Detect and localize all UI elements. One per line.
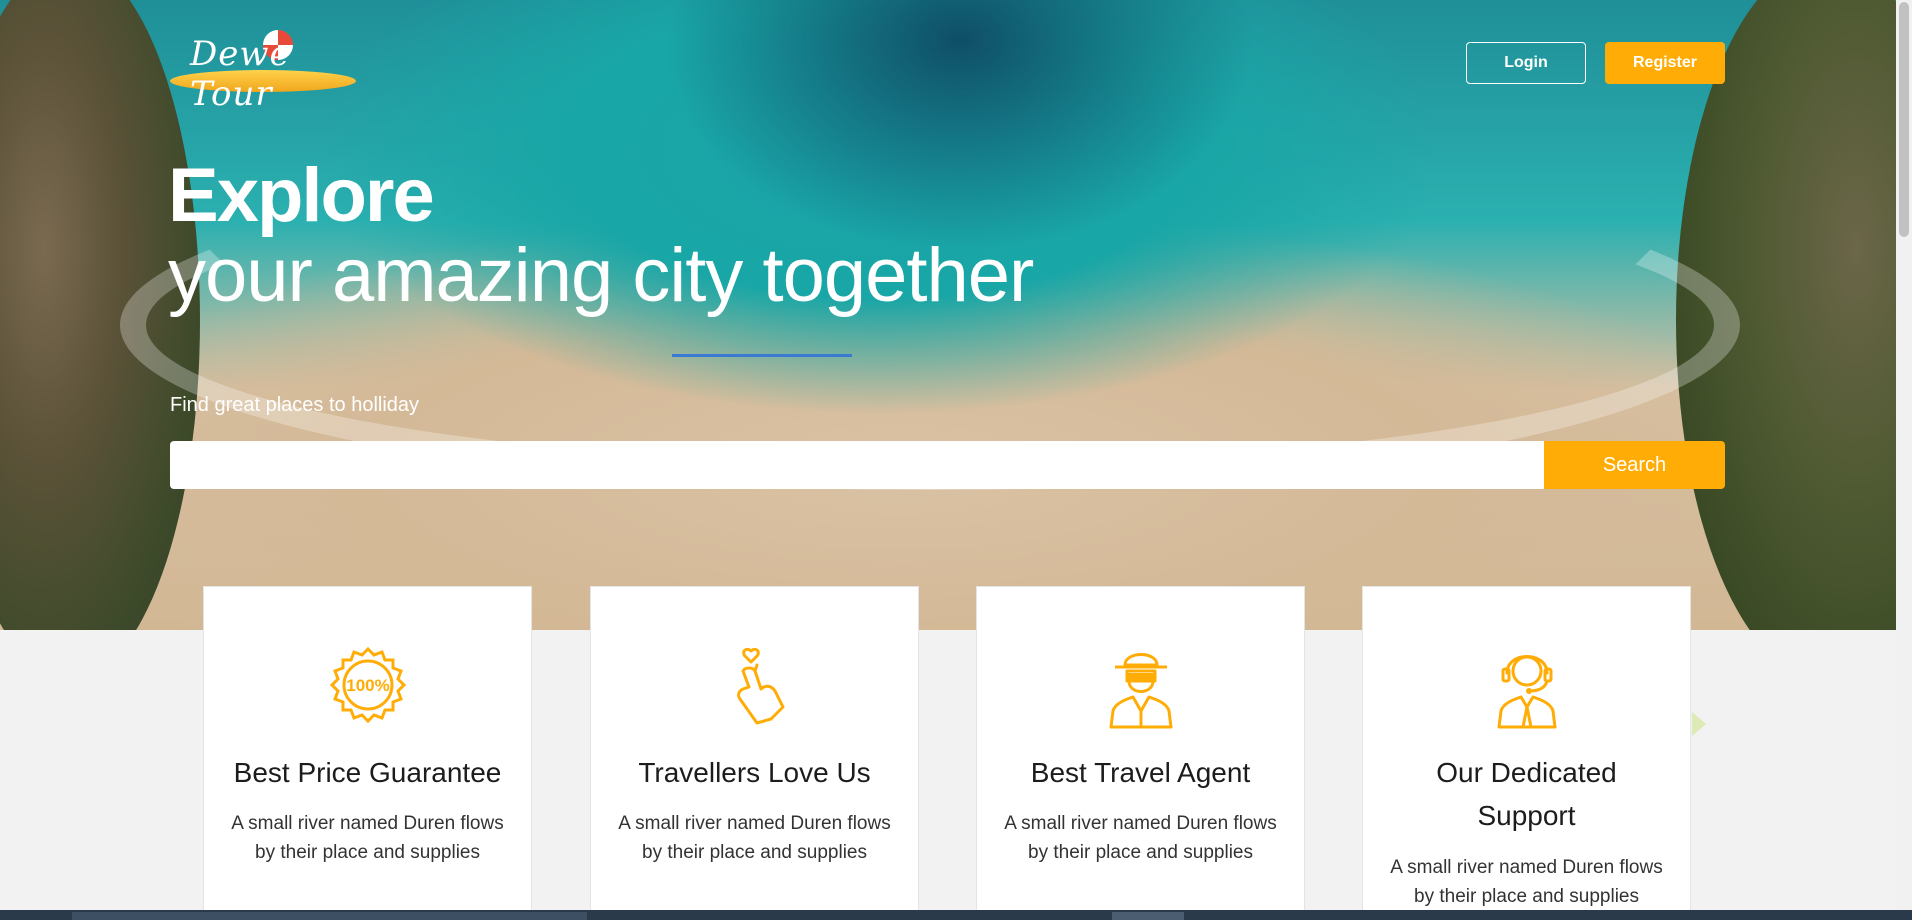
feature-title: Our Dedicated Support — [1363, 751, 1690, 837]
feature-card-best-price: 100% Best Price Guarantee A small river … — [203, 586, 532, 916]
travel-agent-icon — [1109, 653, 1173, 729]
feature-title: Travellers Love Us — [638, 757, 871, 788]
scrollbar-thumb[interactable] — [1899, 2, 1909, 237]
feature-description: A small river named Duren flows by their… — [1390, 857, 1663, 907]
hero-title-light: your amazing city together — [168, 233, 1034, 318]
support-headset-icon — [1497, 655, 1557, 729]
decorative-arrow-icon — [1692, 712, 1706, 736]
feature-description: A small river named Duren flows by their… — [618, 813, 891, 863]
search-input[interactable] — [170, 441, 1544, 489]
100-percent-badge-icon: 100% — [329, 646, 407, 724]
feature-card-travel-agent: Best Travel Agent A small river named Du… — [976, 586, 1305, 916]
register-button[interactable]: Register — [1605, 42, 1725, 84]
taskbar-segment — [1112, 912, 1184, 920]
taskbar-segment — [72, 912, 587, 920]
feature-description: A small river named Duren flows by their… — [231, 813, 504, 863]
feature-description: A small river named Duren flows by their… — [1004, 813, 1277, 863]
feature-card-dedicated-support: Our Dedicated Support A small river name… — [1362, 586, 1691, 916]
search-button[interactable]: Search — [1544, 441, 1725, 489]
heart-hand-icon — [737, 647, 785, 725]
feature-title-line1: Our Dedicated — [1436, 757, 1617, 788]
brand-logo[interactable]: Dewe Tour — [168, 26, 356, 114]
svg-text:100%: 100% — [346, 676, 389, 695]
logo-text: Dewe Tour — [190, 34, 291, 114]
feature-title: Best Travel Agent — [1030, 757, 1251, 788]
feature-title-line2: Support — [1477, 800, 1576, 831]
login-button[interactable]: Login — [1466, 42, 1586, 84]
os-taskbar — [0, 910, 1912, 920]
hero-underline — [672, 354, 852, 357]
hero-title-bold: Explore — [168, 153, 435, 238]
feature-title: Best Price Guarantee — [233, 757, 502, 788]
hero-subtitle: Find great places to holliday — [170, 394, 420, 416]
feature-card-travellers-love: Travellers Love Us A small river named D… — [590, 586, 919, 916]
page-scrollbar[interactable] — [1896, 0, 1912, 910]
